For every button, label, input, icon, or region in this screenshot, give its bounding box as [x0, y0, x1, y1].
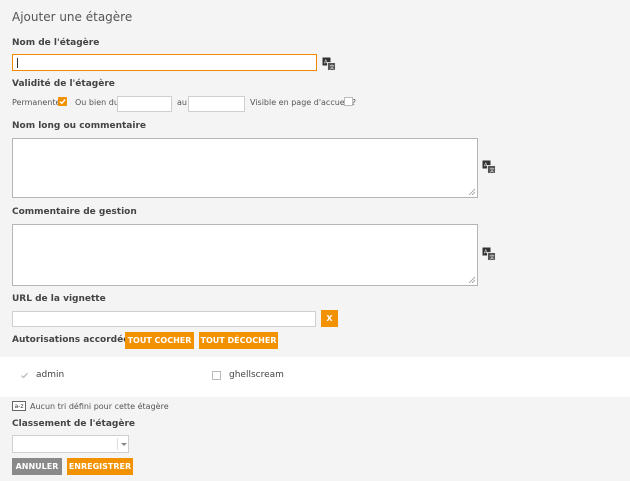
shelf-name-input[interactable] — [12, 54, 317, 71]
page-title: Ajouter une étagère — [12, 10, 133, 24]
long-name-label: Nom long ou commentaire — [12, 121, 146, 131]
svg-text:A: A — [484, 163, 488, 169]
sort-az-icon: a-z — [12, 401, 26, 411]
permanent-checkbox[interactable] — [58, 97, 67, 106]
date-from-input[interactable] — [117, 96, 172, 112]
user-checkbox-ghellscream[interactable] — [212, 371, 221, 380]
sort-status-text: Aucun tri défini pour cette étagère — [30, 402, 169, 411]
ranking-select[interactable] — [12, 435, 129, 453]
save-button[interactable]: ENREGISTRER — [67, 458, 133, 475]
thumbnail-url-input[interactable] — [12, 311, 316, 327]
translate-icon[interactable]: A 文 — [482, 247, 496, 261]
translate-icon[interactable]: A 文 — [322, 57, 336, 71]
cancel-button[interactable]: ANNULER — [12, 458, 62, 475]
check-all-button[interactable]: TOUT COCHER — [125, 332, 194, 349]
uncheck-all-button[interactable]: TOUT DÉCOCHER — [199, 332, 278, 349]
permanent-label: Permanente — [12, 98, 61, 107]
svg-text:A: A — [324, 60, 328, 66]
user-checkbox-admin — [21, 372, 28, 379]
mgmt-comment-label: Commentaire de gestion — [12, 207, 137, 217]
name-label: Nom de l'étagère — [12, 38, 100, 48]
user-name: admin — [36, 370, 65, 380]
mgmt-comment-textarea[interactable] — [12, 224, 478, 286]
svg-text:A: A — [484, 250, 488, 256]
svg-text:文: 文 — [490, 254, 495, 261]
visible-home-label: Visible en page d'accueil ? — [250, 98, 356, 107]
or-from-label: Ou bien du — [75, 98, 119, 107]
select-divider — [117, 438, 118, 450]
resize-grip-icon[interactable] — [468, 188, 475, 195]
to-label: au — [177, 98, 187, 107]
thumbnail-url-label: URL de la vignette — [12, 294, 106, 304]
user-name: ghellscream — [229, 370, 284, 380]
svg-text:文: 文 — [490, 167, 495, 174]
thumbnail-clear-button[interactable]: X — [321, 310, 338, 327]
translate-icon[interactable]: A 文 — [482, 160, 496, 174]
visible-home-checkbox[interactable] — [344, 97, 353, 106]
add-shelf-panel: Ajouter une étagère Nom de l'étagère A 文… — [0, 0, 630, 481]
ranking-label: Classement de l'étagère — [12, 419, 135, 429]
chevron-down-icon[interactable] — [121, 443, 127, 446]
date-to-input[interactable] — [188, 96, 245, 112]
resize-grip-icon[interactable] — [468, 276, 475, 283]
text-caret — [17, 58, 18, 68]
svg-text:文: 文 — [330, 64, 335, 71]
user-permissions-list: admin ghellscream — [0, 357, 630, 397]
long-name-textarea[interactable] — [12, 138, 478, 198]
validity-label: Validité de l'étagère — [12, 79, 115, 89]
